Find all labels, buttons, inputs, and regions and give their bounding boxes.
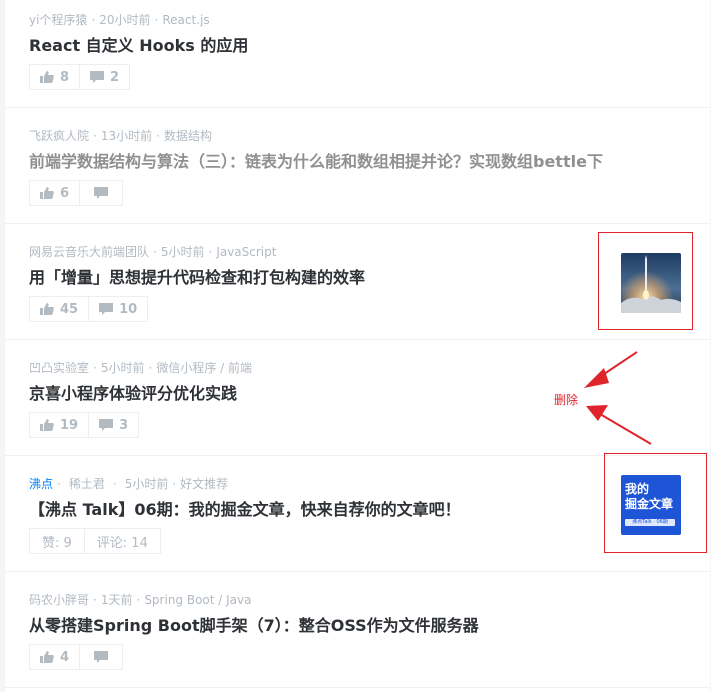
author-name[interactable]: 网易云音乐大前端团队 bbox=[29, 245, 149, 259]
tag-link[interactable]: React.js bbox=[162, 13, 209, 27]
article-actions: 4 bbox=[29, 644, 124, 670]
article-meta: 网易云音乐大前端团队 · 5小时前 · JavaScript bbox=[29, 245, 277, 259]
article-title[interactable]: 用「增量」思想提升代码检查和打包构建的效率 bbox=[29, 264, 365, 288]
article-actions: 赞: 9 评论: 14 bbox=[29, 528, 161, 554]
article-meta: 凹凸实验室 · 5小时前 · 微信小程序 / 前端 bbox=[29, 361, 252, 375]
like-count: 6 bbox=[60, 185, 70, 201]
comment-icon bbox=[99, 419, 114, 431]
article-meta: 沸点 · 稀土君 · 5小时前 · 好文推荐 bbox=[29, 477, 229, 491]
article-actions: 8 2 bbox=[29, 64, 131, 90]
article-meta: 码农小胖哥 · 1天前 · Spring Boot / Java bbox=[29, 593, 252, 607]
author-name[interactable]: yi个程序猿 bbox=[29, 13, 87, 27]
comment-count: 评论: 14 bbox=[96, 535, 148, 551]
post-time: 13小时前 bbox=[100, 129, 153, 143]
like-button[interactable]: 8 bbox=[30, 65, 79, 89]
annotation-box-bottom bbox=[604, 453, 707, 553]
like-count: 赞: 9 bbox=[42, 535, 72, 551]
post-time: 1天前 bbox=[100, 593, 133, 607]
article-title[interactable]: 前端学数据结构与算法（三）：链表为什么能和数组相提并论？实现数组bettle下 bbox=[29, 148, 603, 172]
delete-annotation-label: 删除 bbox=[554, 393, 579, 407]
article-feed: yi个程序猿 · 20小时前 · React.js React 自定义 Hooks 的应… bbox=[5, 0, 710, 692]
article-title[interactable]: React 自定义 Hooks 的应用 bbox=[29, 32, 248, 56]
annotation-box-top bbox=[598, 232, 693, 330]
comment-count: 10 bbox=[119, 301, 138, 317]
article-title[interactable]: 【沸点 Talk】06期：我的掘金文章，快来自荐你的文章吧！ bbox=[29, 496, 461, 520]
thumbs-up-icon bbox=[40, 187, 54, 199]
thumbs-up-icon bbox=[40, 419, 54, 431]
like-button[interactable]: 赞: 9 bbox=[30, 529, 84, 553]
tag-link[interactable]: 好文推荐 bbox=[180, 477, 228, 491]
like-button[interactable]: 45 bbox=[30, 297, 88, 321]
article-title[interactable]: 从零搭建Spring Boot脚手架（7）：整合OSS作为文件服务器 bbox=[29, 612, 479, 636]
like-count: 19 bbox=[60, 417, 79, 433]
like-button[interactable]: 6 bbox=[30, 181, 79, 205]
comment-button[interactable]: 10 bbox=[88, 297, 147, 321]
article-item[interactable]: 码农小胖哥 · 1天前 · Spring Boot / Java 从零搭建Spring … bbox=[5, 572, 710, 688]
comment-button[interactable] bbox=[79, 181, 122, 205]
like-button[interactable]: 19 bbox=[30, 413, 88, 437]
article-actions: 19 3 bbox=[29, 412, 140, 438]
comment-icon bbox=[99, 303, 114, 315]
category-link[interactable]: 沸点 bbox=[29, 477, 53, 491]
author-name[interactable]: 稀土君 bbox=[69, 477, 105, 491]
author-name[interactable]: 凹凸实验室 bbox=[29, 361, 89, 375]
thumbs-up-icon bbox=[40, 303, 54, 315]
like-count: 8 bbox=[60, 69, 70, 85]
article-actions: 6 bbox=[29, 180, 124, 206]
tag-link[interactable]: 微信小程序 / 前端 bbox=[156, 361, 252, 375]
post-time: 20小时前 bbox=[99, 13, 151, 27]
article-meta: 飞跃疯人院 · 13小时前 · 数据结构 bbox=[29, 129, 212, 143]
thumbs-up-icon bbox=[40, 651, 54, 663]
article-item[interactable]: yi个程序猿 · 20小时前 · React.js React 自定义 Hooks 的应… bbox=[5, 0, 710, 108]
tag-link[interactable]: Spring Boot / Java bbox=[144, 593, 251, 607]
article-title[interactable]: 京喜小程序体验评分优化实践 bbox=[29, 380, 237, 404]
comment-icon bbox=[94, 187, 109, 199]
author-name[interactable]: 飞跃疯人院 bbox=[29, 129, 89, 143]
comment-button[interactable]: 2 bbox=[79, 65, 129, 89]
comment-button[interactable] bbox=[79, 645, 122, 669]
article-meta: yi个程序猿 · 20小时前 · React.js bbox=[29, 13, 210, 27]
like-count: 45 bbox=[60, 301, 79, 317]
comment-button[interactable]: 3 bbox=[88, 413, 138, 437]
thumbs-up-icon bbox=[40, 71, 54, 83]
comment-icon bbox=[94, 651, 109, 663]
like-button[interactable]: 4 bbox=[30, 645, 79, 669]
article-actions: 45 10 bbox=[29, 296, 149, 322]
comment-icon bbox=[90, 71, 105, 83]
comment-count: 2 bbox=[110, 69, 120, 85]
article-item[interactable]: 凹凸实验室 · 5小时前 · 微信小程序 / 前端 京喜小程序体验评分优化实践 19 3 bbox=[5, 340, 710, 456]
tag-link[interactable]: 数据结构 bbox=[164, 129, 212, 143]
article-item[interactable]: 飞跃疯人院 · 13小时前 · 数据结构 前端学数据结构与算法（三）：链表为什么能和数组… bbox=[5, 108, 710, 224]
post-time: 5小时前 bbox=[124, 477, 169, 491]
comment-button[interactable]: 评论: 14 bbox=[83, 529, 160, 553]
tag-link[interactable]: JavaScript bbox=[216, 245, 276, 259]
like-count: 4 bbox=[60, 649, 70, 665]
comment-count: 3 bbox=[119, 417, 129, 433]
post-time: 5小时前 bbox=[160, 245, 205, 259]
post-time: 5小时前 bbox=[100, 361, 145, 375]
author-name[interactable]: 码农小胖哥 bbox=[29, 593, 89, 607]
